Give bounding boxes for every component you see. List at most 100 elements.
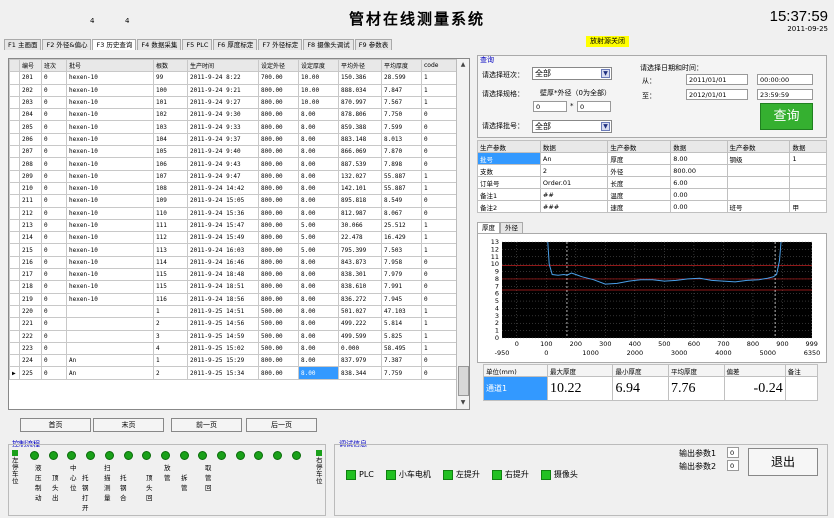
table-cell[interactable]: hexen-10 [66, 157, 154, 171]
table-cell[interactable]: 2011-9-24 9:37 [187, 132, 259, 147]
table-cell[interactable]: hexen-10 [66, 268, 154, 282]
table-cell[interactable]: 116 [153, 292, 188, 306]
table-cell[interactable]: 0 [421, 132, 457, 147]
table-cell[interactable]: 223 [19, 341, 42, 356]
table-cell[interactable]: 1 [421, 341, 457, 356]
table-cell[interactable]: 150.386 [338, 71, 382, 85]
table-cell[interactable]: hexen-10 [66, 292, 154, 306]
table-row[interactable]: 203 0 hexen-10 101 2011-9-24 9:27 800.00 10.00… [9, 95, 457, 110]
table-cell[interactable]: 2011-9-24 9:40 [187, 145, 259, 159]
chart-tab-0[interactable]: 厚度 [477, 222, 500, 233]
table-cell[interactable]: 225 [19, 366, 42, 380]
table-row[interactable]: 210 0 hexen-10 108 2011-9-24 14:42 800.00 8.00… [9, 181, 457, 196]
table-cell[interactable]: 0 [421, 145, 457, 159]
table-row[interactable]: 201 0 hexen-10 99 2011-9-24 8:22 700.00 10.00 1… [9, 71, 457, 85]
table-row[interactable]: 224 0 An 1 2011-9-25 15:29 800.00 8.00 837.979 7… [9, 354, 457, 368]
column-header[interactable]: code [421, 59, 457, 73]
table-cell[interactable]: 209 [19, 169, 42, 183]
params-cell[interactable]: 8.00 [670, 152, 728, 165]
table-cell[interactable]: 112 [153, 231, 188, 245]
table-cell[interactable]: 2011-9-25 15:34 [187, 366, 259, 380]
table-cell[interactable]: 878.806 [338, 108, 382, 122]
table-cell[interactable]: 2011-9-25 15:29 [187, 354, 259, 368]
table-cell[interactable]: hexen-10 [66, 206, 154, 220]
table-cell[interactable]: 0 [41, 280, 67, 294]
table-cell[interactable]: 99 [153, 71, 188, 85]
table-cell[interactable]: hexen-10 [66, 194, 154, 208]
table-cell[interactable]: 7.958 [381, 255, 422, 270]
params-cell[interactable]: 厚度 [607, 152, 672, 165]
table-cell[interactable]: 8.00 [298, 108, 339, 122]
table-cell[interactable]: 8.00 [298, 354, 339, 368]
table-cell[interactable]: 101 [153, 95, 188, 110]
table-cell[interactable]: 499.222 [338, 317, 382, 331]
table-cell[interactable]: 0 [421, 354, 457, 368]
table-cell[interactable]: hexen-10 [66, 280, 154, 294]
table-cell[interactable]: 1 [421, 243, 457, 257]
table-cell[interactable]: hexen-10 [66, 120, 154, 134]
table-cell[interactable]: 0 [41, 132, 67, 147]
table-cell[interactable]: 1 [421, 218, 457, 233]
table-cell[interactable]: 1 [421, 181, 457, 196]
table-row[interactable]: 214 0 hexen-10 112 2011-9-24 15:49 800.00 5.00… [9, 231, 457, 245]
column-header[interactable]: 班次 [41, 59, 67, 73]
table-row[interactable]: ▶ 225 0 An 2 2011-9-25 15:34 800.00 8.00 838.344… [9, 366, 457, 380]
table-cell[interactable]: 0 [41, 304, 67, 319]
table-cell[interactable]: 0 [41, 329, 67, 343]
table-cell[interactable]: 1 [421, 329, 457, 343]
table-cell[interactable]: 800.00 [258, 120, 299, 134]
table-cell[interactable]: 859.388 [338, 120, 382, 134]
table-cell[interactable]: 2011-9-25 14:59 [187, 329, 259, 343]
params-cell[interactable]: 2 [539, 164, 609, 177]
table-cell[interactable]: 1 [421, 71, 457, 85]
table-cell[interactable]: 0 [41, 268, 67, 282]
table-cell[interactable]: 795.399 [338, 243, 382, 257]
first-page-button[interactable]: 首页 [20, 418, 91, 432]
from-date-input[interactable]: 2011/01/01 [686, 74, 748, 85]
table-cell[interactable]: 0 [421, 108, 457, 122]
output-param1-value[interactable]: 0 [727, 447, 739, 458]
table-cell[interactable]: 115 [153, 280, 188, 294]
table-cell[interactable]: 132.027 [338, 169, 382, 183]
params-cell[interactable] [789, 188, 827, 201]
table-cell[interactable]: 113 [153, 243, 188, 257]
table-cell[interactable]: 0 [421, 255, 457, 270]
spec-diameter-input[interactable]: 0 [577, 101, 611, 112]
table-cell[interactable]: 800.00 [258, 169, 299, 183]
table-cell[interactable]: hexen-10 [66, 169, 154, 183]
table-row[interactable]: 218 0 hexen-10 115 2011-9-24 18:51 800.00 8.00… [9, 280, 457, 294]
tab-1[interactable]: F2 外径&偏心 [42, 39, 92, 50]
table-cell[interactable]: 8.549 [381, 194, 422, 208]
table-cell[interactable]: 5.00 [298, 231, 339, 245]
table-cell[interactable]: 8.00 [298, 181, 339, 196]
table-cell[interactable]: 836.272 [338, 292, 382, 306]
table-cell[interactable]: 2011-9-24 15:36 [187, 206, 259, 220]
table-cell[interactable]: 8.00 [298, 292, 339, 306]
table-cell[interactable]: An [66, 366, 154, 380]
table-cell[interactable]: 224 [19, 354, 42, 368]
table-cell[interactable]: 100 [153, 83, 188, 97]
table-cell[interactable]: 0 [41, 341, 67, 356]
table-cell[interactable]: 0 [41, 194, 67, 208]
table-cell[interactable]: 800.00 [258, 206, 299, 220]
table-cell[interactable]: 8.00 [298, 132, 339, 147]
to-date-input[interactable]: 2012/01/01 [686, 89, 748, 100]
tab-3[interactable]: F4 数据采集 [137, 39, 182, 50]
table-cell[interactable]: 800.00 [258, 95, 299, 110]
table-cell[interactable]: 217 [19, 268, 42, 282]
table-row[interactable]: 207 0 hexen-10 105 2011-9-24 9:40 800.00 8.00 8… [9, 145, 457, 159]
table-cell[interactable]: 0 [41, 255, 67, 270]
table-cell[interactable]: hexen-10 [66, 255, 154, 270]
scroll-thumb[interactable] [458, 366, 469, 396]
table-cell[interactable]: 214 [19, 231, 42, 245]
table-cell[interactable]: 2 [153, 317, 188, 331]
column-header[interactable]: 设定外径 [258, 59, 299, 73]
table-cell[interactable]: 55.887 [381, 181, 422, 196]
table-cell[interactable]: 7.847 [381, 83, 422, 97]
table-cell[interactable]: 0.000 [338, 341, 382, 356]
params-cell[interactable]: 0.00 [670, 200, 728, 213]
table-cell[interactable]: hexen-10 [66, 145, 154, 159]
table-row[interactable]: 211 0 hexen-10 109 2011-9-24 15:05 800.00 8.00… [9, 194, 457, 208]
table-cell[interactable]: 1 [153, 304, 188, 319]
column-header[interactable]: 平均外径 [338, 59, 382, 73]
